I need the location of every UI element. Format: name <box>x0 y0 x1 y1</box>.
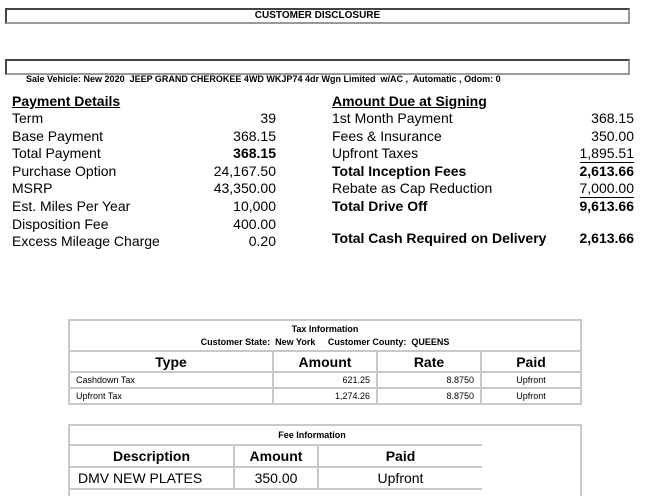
tax-location: Customer State: New York Customer County… <box>70 336 580 349</box>
row-label: Total Cash Required on Delivery <box>332 229 547 246</box>
amount-due-section: Amount Due at Signing 1st Month Payment 3… <box>332 93 634 247</box>
row-label: Est. Miles Per Year <box>12 197 131 214</box>
page-title: CUSTOMER DISCLOSURE <box>254 10 381 21</box>
row-label: 1st Month Payment <box>332 110 453 126</box>
row-value: 24,167.50 <box>213 162 276 179</box>
row-label: Total Drive Off <box>332 197 428 214</box>
col-header-rate: Rate <box>376 350 482 373</box>
disclosure-title-bar: CUSTOMER DISCLOSURE <box>5 8 630 24</box>
tax-type: Cashdown Tax <box>68 371 274 389</box>
tax-paid: Upfront <box>480 387 582 405</box>
fee-description: DMV NEW PLATES <box>70 467 235 490</box>
row-value: 0.20 <box>248 233 276 250</box>
row-label: Total Payment <box>12 145 101 162</box>
row-value: 7,000.00 <box>579 180 634 198</box>
col-header-amount: Amount <box>272 350 378 373</box>
tax-amount: 621.25 <box>272 371 378 389</box>
payment-row-disposition-fee: Disposition Fee 400.00 <box>12 216 276 234</box>
col-header-paid: Paid <box>318 445 482 468</box>
fee-paid: Upfront <box>318 467 482 490</box>
table-row: DMV NEW PLATES 350.00 Upfront <box>70 467 482 490</box>
tax-table-header: Type Amount Rate Paid <box>68 350 582 373</box>
row-value: 350.00 <box>591 127 634 144</box>
vehicle-description: Sale Vehicle: New 2020 JEEP GRAND CHEROK… <box>26 74 501 84</box>
due-row-upfront-taxes: Upfront Taxes 1,895.51 <box>332 145 634 163</box>
fee-table-title: Fee Information <box>70 426 482 446</box>
row-value: 39 <box>260 110 276 126</box>
vehicle-info-bar: Sale Vehicle: New 2020 JEEP GRAND CHEROK… <box>5 59 630 84</box>
tax-information-table: Tax Information Customer State: New York… <box>68 319 582 405</box>
row-value: 2,613.66 <box>579 162 635 179</box>
due-row-total-inception: Total Inception Fees 2,613.66 <box>332 163 634 181</box>
due-row-total-cash: Total Cash Required on Delivery 2,613.66 <box>332 230 634 248</box>
row-label: Excess Mileage Charge <box>12 233 160 250</box>
row-label: Upfront Taxes <box>332 145 419 162</box>
row-value: 368.15 <box>233 127 276 144</box>
due-row-rebate: Rebate as Cap Reduction 7,000.00 <box>332 180 634 198</box>
fee-amount: 350.00 <box>234 467 319 490</box>
table-row: Upfront Tax 1,274.26 8.8750 Upfront <box>68 387 582 405</box>
row-label: Fees & Insurance <box>332 127 442 144</box>
payment-row-msrp: MSRP 43,350.00 <box>12 180 276 198</box>
col-header-paid: Paid <box>480 350 582 373</box>
payment-row-miles-per-year: Est. Miles Per Year 10,000 <box>12 198 276 216</box>
tax-rate: 8.8750 <box>376 371 482 389</box>
table-row: Cashdown Tax 621.25 8.8750 Upfront <box>68 371 582 389</box>
payment-row-term: Term 39 <box>12 110 276 128</box>
payment-row-purchase-option: Purchase Option 24,167.50 <box>12 163 276 181</box>
tax-type: Upfront Tax <box>68 387 274 405</box>
due-row-fees-insurance: Fees & Insurance 350.00 <box>332 128 634 146</box>
row-label: Total Inception Fees <box>332 162 467 179</box>
fee-table-header: Description Amount Paid <box>70 445 482 468</box>
tax-table-title: Tax Information <box>291 324 359 334</box>
state-value: New York <box>275 337 316 347</box>
row-value: 368.15 <box>591 110 634 126</box>
row-value: 368.15 <box>233 145 276 162</box>
due-row-first-month: 1st Month Payment 368.15 <box>332 110 634 128</box>
tax-rate: 8.8750 <box>376 387 482 405</box>
payment-row-total-payment: Total Payment 368.15 <box>12 145 276 163</box>
row-label: Purchase Option <box>12 162 117 179</box>
state-label: Customer State: <box>200 337 271 347</box>
tax-amount: 1,274.26 <box>272 387 378 405</box>
county-value: QUEENS <box>411 337 450 347</box>
fee-information-box: Fee Information Description Amount Paid … <box>68 424 582 496</box>
row-value: 43,350.00 <box>213 180 276 197</box>
fee-information-table: Fee Information Description Amount Paid … <box>70 426 482 490</box>
row-label: MSRP <box>12 180 53 197</box>
row-value: 2,613.66 <box>579 229 635 246</box>
tax-paid: Upfront <box>480 371 582 389</box>
row-value: 1,895.51 <box>579 145 634 163</box>
row-label: Disposition Fee <box>12 215 109 232</box>
amount-due-heading: Amount Due at Signing <box>332 93 487 109</box>
payment-details-section: Payment Details Term 39 Base Payment 368.1… <box>12 93 276 251</box>
col-header-amount: Amount <box>234 445 319 468</box>
row-value: 9,613.66 <box>579 197 635 214</box>
due-row-total-drive-off: Total Drive Off 9,613.66 <box>332 198 634 216</box>
payment-row-base-payment: Base Payment 368.15 <box>12 128 276 146</box>
row-value: 10,000 <box>233 197 276 214</box>
row-label: Term <box>12 110 44 126</box>
payment-details-heading: Payment Details <box>12 93 121 109</box>
row-label: Rebate as Cap Reduction <box>332 180 493 197</box>
county-label: Customer County: <box>327 337 407 347</box>
col-header-type: Type <box>68 350 274 373</box>
row-value: 400.00 <box>233 215 276 232</box>
row-label: Base Payment <box>12 127 104 144</box>
payment-row-excess-mileage: Excess Mileage Charge 0.20 <box>12 233 276 251</box>
col-header-description: Description <box>70 445 235 468</box>
tax-table-caption: Tax Information Customer State: New York… <box>68 319 582 352</box>
